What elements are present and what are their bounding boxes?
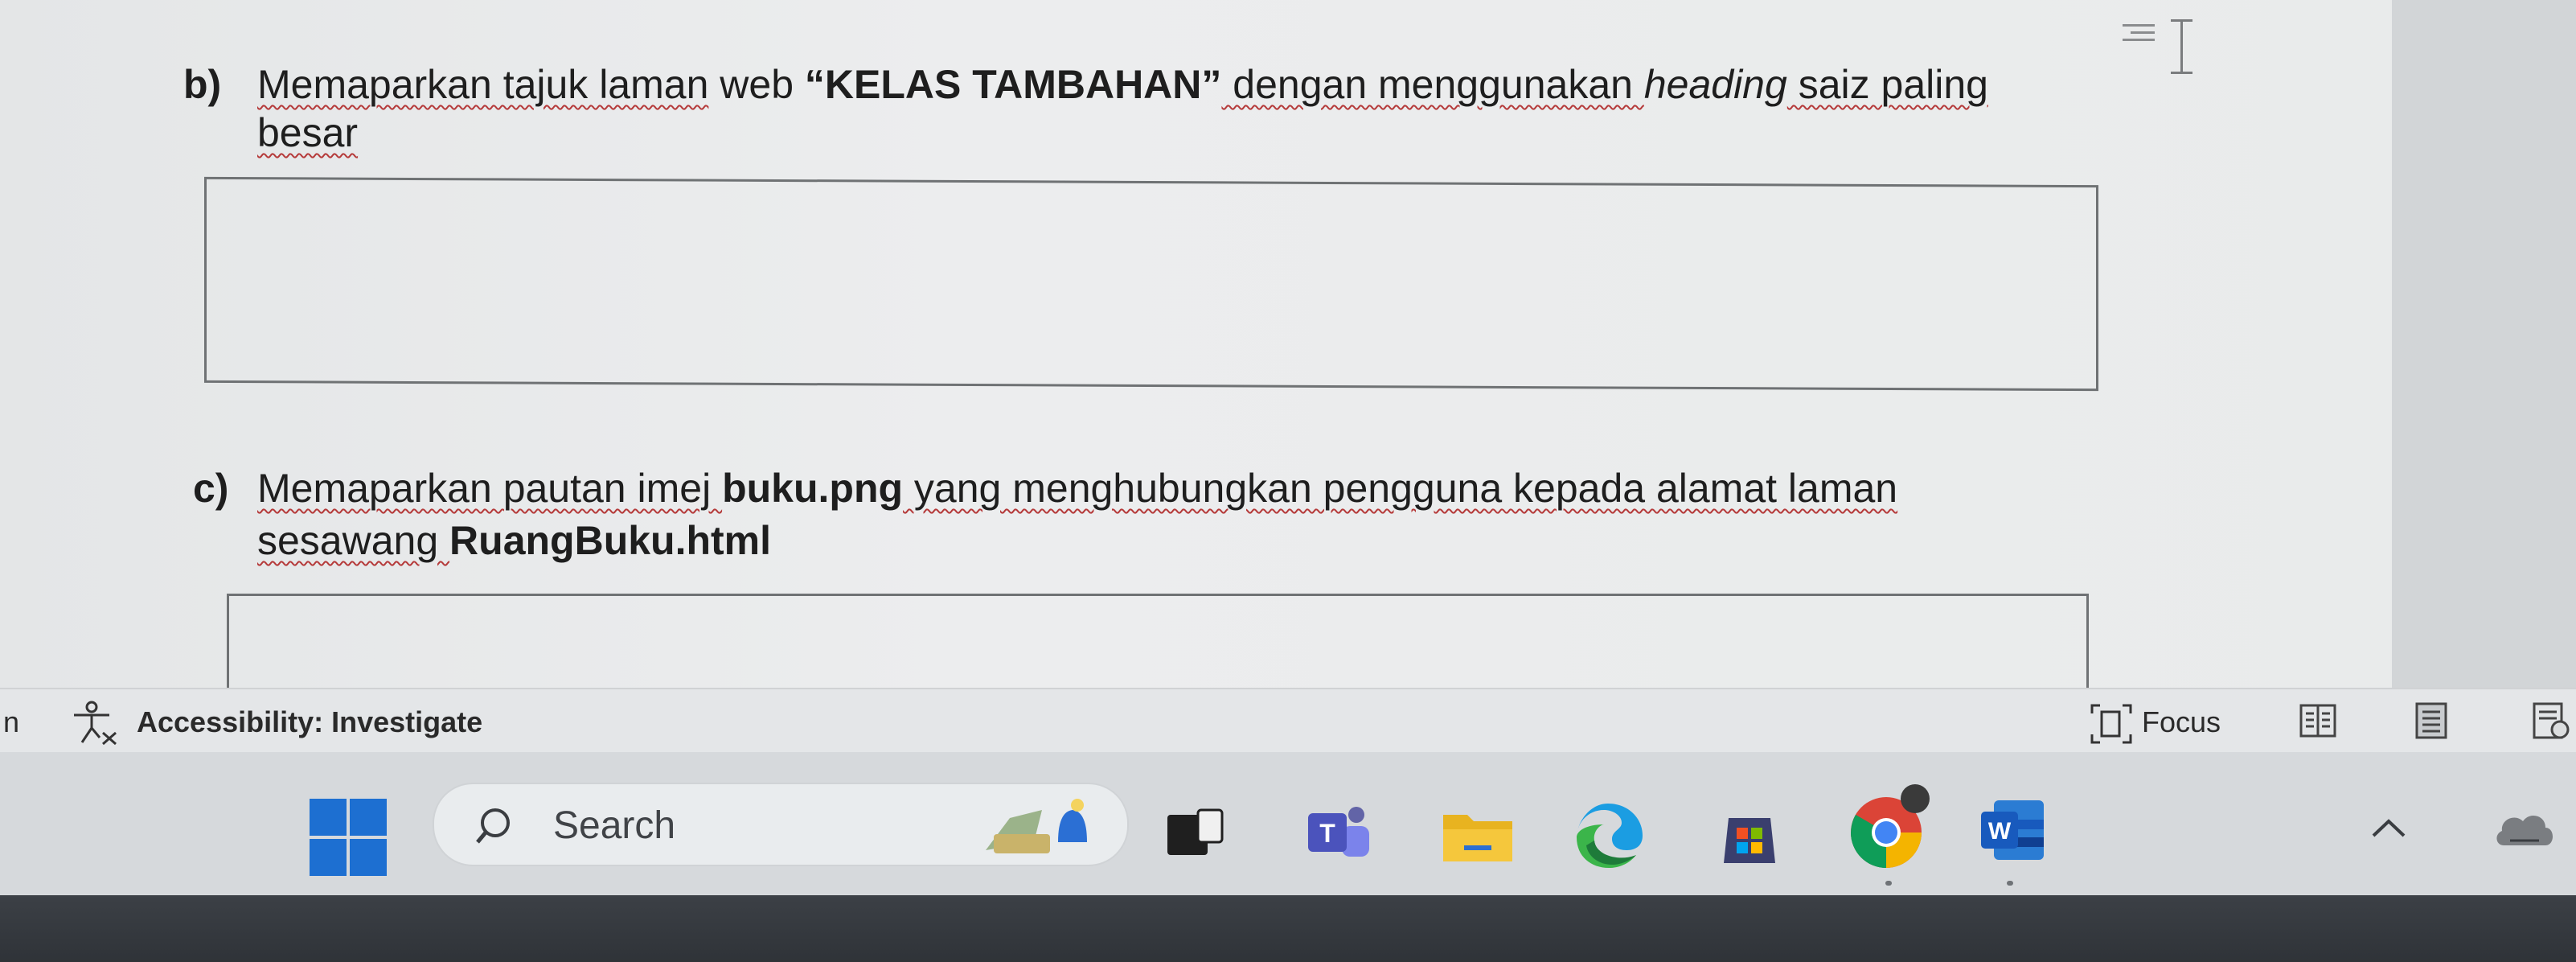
print-layout-icon[interactable]	[2415, 702, 2447, 739]
chevron-up-icon[interactable]	[2369, 816, 2409, 841]
question-c-url-bold: RuangBuku.html	[449, 518, 772, 563]
question-c-line1: c) Memaparkan pautan imej buku.png yang m…	[193, 464, 1897, 512]
search-icon	[476, 808, 510, 844]
text-cursor-icon	[2171, 18, 2192, 77]
svg-text:T: T	[1319, 819, 1335, 848]
document-page[interactable]: b) Memaparkan tajuk laman web “KELAS TAMB…	[0, 0, 2392, 688]
answer-box-c[interactable]	[227, 594, 2089, 688]
status-bar: n Accessibility: Investigate Focus	[0, 688, 2576, 754]
question-b-text-d: saiz paling	[1786, 62, 1988, 107]
teams-icon[interactable]: T	[1306, 805, 1371, 861]
chrome-running-indicator	[1885, 881, 1892, 886]
question-c-text-c: sesawang	[257, 518, 450, 563]
search-box[interactable]: Search	[433, 783, 1129, 866]
question-b-line1: b) Memaparkan tajuk laman web “KELAS TAMB…	[183, 60, 1988, 109]
search-placeholder: Search	[553, 804, 676, 847]
answer-box-b[interactable]	[204, 176, 2098, 392]
document-margin	[2392, 0, 2576, 688]
question-c-line2: sesawang RuangBuku.html	[257, 516, 771, 565]
accessibility-status[interactable]: Accessibility: Investigate	[137, 705, 482, 739]
page-indicator: n	[3, 705, 20, 738]
chrome-icon[interactable]	[1841, 781, 1938, 878]
word-running-indicator	[2007, 881, 2013, 886]
onedrive-icon[interactable]	[2492, 805, 2557, 850]
focus-icon[interactable]	[2089, 702, 2134, 746]
word-icon[interactable]: W	[1978, 796, 2047, 865]
task-view-icon[interactable]	[1166, 808, 1224, 861]
widgets-icon[interactable]	[978, 794, 1098, 858]
question-b-text-b: web	[708, 62, 805, 107]
edge-icon[interactable]	[1572, 800, 1644, 870]
store-icon[interactable]	[1717, 804, 1782, 868]
paragraph-align-icon	[2123, 24, 2155, 48]
question-c-filename-bold: buku.png	[722, 466, 904, 511]
start-icon[interactable]	[310, 799, 387, 876]
accessibility-icon[interactable]	[71, 701, 121, 746]
question-b-line2: besar	[257, 110, 359, 155]
question-b-title-bold: “KELAS TAMBAHAN”	[804, 62, 1222, 107]
question-b-text-a: Memaparkan tajuk laman	[257, 62, 709, 107]
file-explorer-icon[interactable]	[1442, 807, 1514, 865]
web-layout-icon[interactable]	[2533, 702, 2570, 741]
focus-label[interactable]: Focus	[2142, 705, 2221, 739]
question-b-letter: b)	[183, 62, 222, 107]
svg-text:W: W	[1988, 818, 2012, 845]
monitor-bezel	[0, 895, 2576, 962]
read-mode-icon[interactable]	[2299, 704, 2336, 738]
question-c-letter: c)	[193, 466, 229, 511]
question-c-text-a: Memaparkan pautan imej	[257, 466, 723, 511]
question-b-text-italic: heading	[1643, 62, 1787, 107]
question-c-text-b: yang menghubungkan pengguna kepada alama…	[903, 466, 1898, 511]
question-b-text-c: dengan menggunakan	[1221, 62, 1644, 107]
taskbar: Search T W	[0, 752, 2576, 895]
